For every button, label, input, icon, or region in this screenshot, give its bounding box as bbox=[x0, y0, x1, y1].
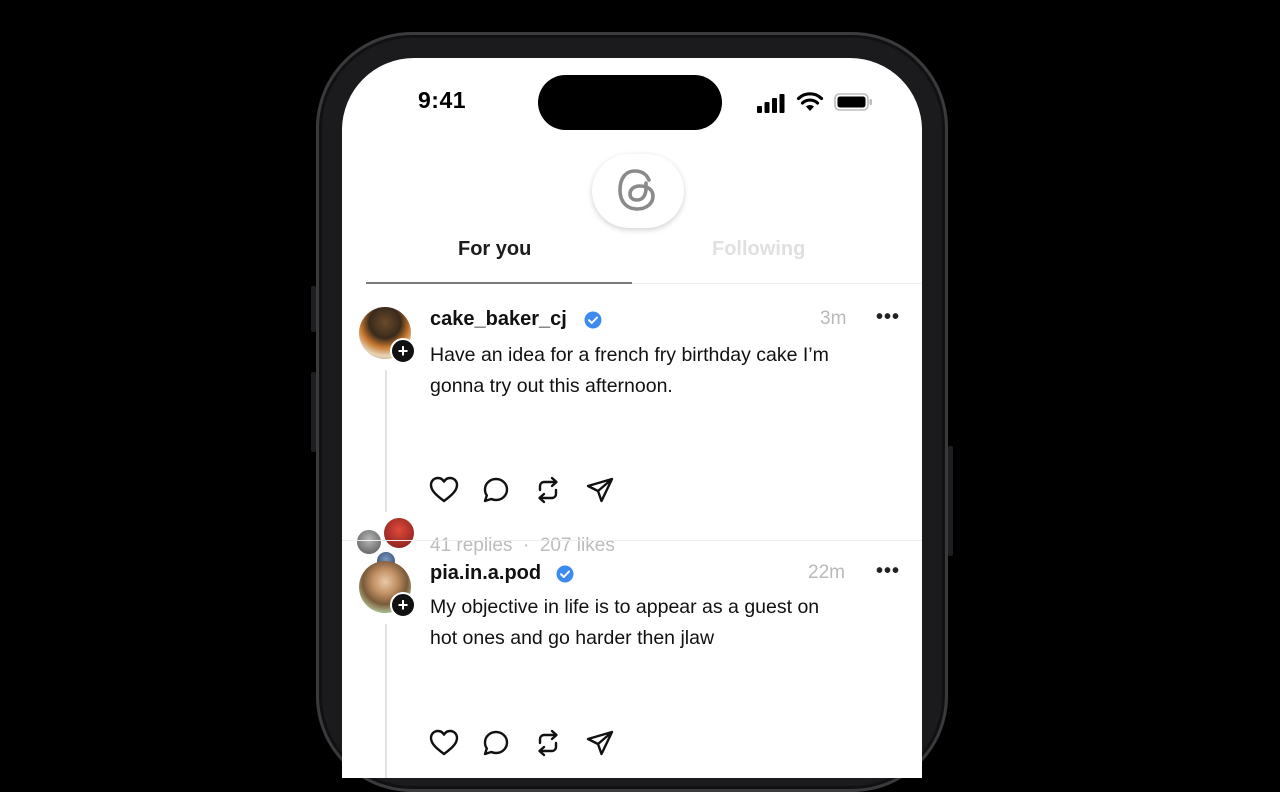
thread-line bbox=[385, 624, 387, 778]
repost-icon[interactable] bbox=[532, 474, 564, 506]
verified-badge-icon bbox=[556, 565, 574, 583]
post-time: 22m bbox=[808, 562, 845, 583]
thread-line bbox=[385, 370, 387, 512]
post-username[interactable]: cake_baker_cj bbox=[430, 308, 567, 331]
status-icons bbox=[756, 90, 876, 116]
tab-following[interactable]: Following bbox=[712, 238, 805, 261]
post-actions bbox=[428, 727, 628, 759]
follow-plus-icon[interactable]: + bbox=[390, 592, 416, 618]
verified-badge-icon bbox=[584, 311, 602, 329]
more-options-icon[interactable]: ••• bbox=[876, 306, 900, 329]
post-text: Have an idea for a french fry birthday c… bbox=[430, 340, 900, 402]
repost-icon[interactable] bbox=[532, 727, 564, 759]
post-text-line: My objective in life is to appear as a g… bbox=[430, 596, 820, 618]
threads-logo-button[interactable] bbox=[592, 154, 684, 228]
wifi-icon bbox=[796, 92, 824, 111]
post-actions bbox=[428, 474, 628, 506]
heart-icon[interactable] bbox=[428, 727, 460, 759]
post-username[interactable]: pia.in.a.pod bbox=[430, 562, 541, 585]
heart-icon[interactable] bbox=[428, 474, 460, 506]
more-options-icon[interactable]: ••• bbox=[876, 560, 900, 583]
post-card[interactable]: + cake_baker_cj 3m ••• Have an idea for … bbox=[342, 284, 922, 570]
post-time: 3m bbox=[820, 308, 847, 329]
phone-side-button bbox=[311, 372, 316, 452]
post-card[interactable]: + pia.in.a.pod 22m ••• My objective in l… bbox=[342, 540, 922, 778]
post-text-line: hot ones and go harder then jlaw bbox=[430, 627, 715, 649]
threads-logo-icon bbox=[618, 169, 655, 211]
comment-icon[interactable] bbox=[480, 474, 512, 506]
post-text: My objective in life is to appear as a g… bbox=[430, 592, 900, 654]
share-icon[interactable] bbox=[584, 727, 616, 759]
status-time: 9:41 bbox=[418, 87, 467, 113]
tab-for-you[interactable]: For you bbox=[458, 238, 531, 261]
comment-icon[interactable] bbox=[480, 727, 512, 759]
app-screen: 9:41 For you Following + cake_baker_cj 3… bbox=[342, 58, 922, 778]
dynamic-island bbox=[538, 75, 722, 130]
post-text-line: gonna try out this afternoon. bbox=[430, 375, 673, 397]
phone-side-button bbox=[948, 446, 953, 556]
cellular-signal-icon bbox=[757, 94, 785, 113]
share-icon[interactable] bbox=[584, 474, 616, 506]
post-text-line: Have an idea for a french fry birthday c… bbox=[430, 344, 829, 366]
follow-plus-icon[interactable]: + bbox=[390, 338, 416, 364]
phone-side-button bbox=[311, 286, 316, 332]
battery-icon bbox=[834, 93, 872, 111]
